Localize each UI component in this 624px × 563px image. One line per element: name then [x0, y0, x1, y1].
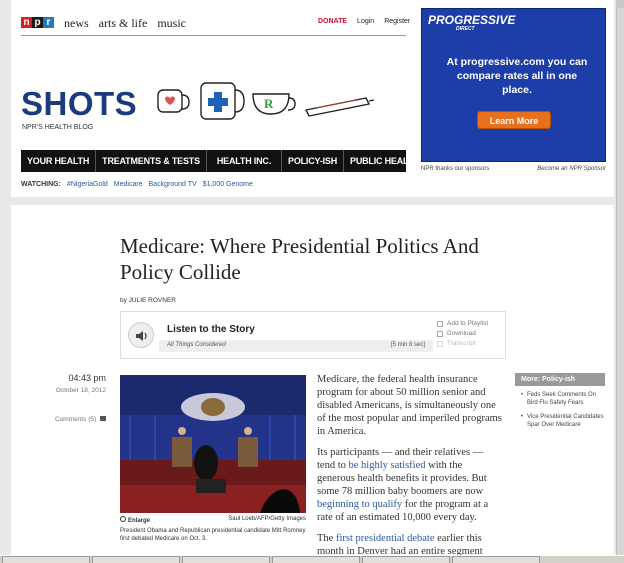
- ad-note: NPR thanks our sponsors Become an NPR Sp…: [421, 166, 606, 172]
- article-photo[interactable]: [120, 375, 306, 513]
- speaker-icon: [136, 331, 147, 341]
- nav-music[interactable]: music: [157, 16, 186, 31]
- inline-link[interactable]: beginning to qualify: [317, 499, 402, 510]
- vertical-scrollbar[interactable]: [616, 0, 624, 555]
- debate-stage-image: [120, 375, 306, 513]
- taskbar-item[interactable]: [272, 556, 360, 563]
- login-link[interactable]: Login: [357, 18, 374, 25]
- become-sponsor-link[interactable]: Become an NPR Sponsor: [537, 166, 606, 172]
- article-meta: 04:43 pm October 18, 2012 Comments (5): [41, 373, 106, 423]
- top-nav: news arts & life music: [64, 16, 186, 31]
- inline-link[interactable]: first presidential debate: [336, 533, 435, 544]
- ad-brand: PROGRESSIVE: [428, 13, 516, 27]
- watching-link[interactable]: Background TV: [149, 181, 197, 188]
- article-area: Medicare: Where Presidential Politics An…: [11, 205, 614, 557]
- watching-link[interactable]: $1,000 Genome: [203, 181, 253, 188]
- player-progress-bar[interactable]: All Things Considered [5 min 8 sec]: [159, 340, 433, 352]
- more-policy-box: More: Policy-ish Feds Seek Comments On B…: [515, 373, 605, 435]
- player-program: All Things Considered: [167, 342, 226, 348]
- section-nav: YOUR HEALTH TREATMENTS & TESTS HEALTH IN…: [21, 150, 419, 172]
- watching-label: WATCHING:: [21, 181, 61, 188]
- watching-link[interactable]: #NigeriaGold: [67, 181, 108, 188]
- taskbar-item[interactable]: [182, 556, 270, 563]
- play-button[interactable]: [128, 322, 154, 348]
- plus-icon: [437, 321, 443, 327]
- section-health-inc[interactable]: HEALTH INC.: [207, 150, 283, 172]
- add-to-playlist-action[interactable]: Add to Playlist: [437, 319, 488, 329]
- sponsor-thanks: NPR thanks our sponsors: [421, 166, 490, 172]
- taskbar-item[interactable]: [92, 556, 180, 563]
- blog-tagline: NPR'S HEALTH BLOG: [22, 124, 94, 131]
- watching-link[interactable]: Medicare: [114, 181, 143, 188]
- related-story-link[interactable]: Vice Presidential Candidates Spar Over M…: [521, 413, 605, 429]
- paragraph: Medicare, the federal health insurance p…: [317, 374, 502, 437]
- section-policy-ish[interactable]: POLICY-ISH: [282, 150, 345, 172]
- ad-learn-more-button[interactable]: Learn More: [477, 111, 551, 129]
- comments-link[interactable]: Comments (5): [41, 416, 106, 423]
- site-header: npr news arts & life music DONATE Login …: [11, 0, 614, 197]
- download-icon: [437, 331, 443, 337]
- article-headline: Medicare: Where Presidential Politics An…: [120, 234, 479, 284]
- blog-illustration: R: [157, 82, 375, 120]
- register-link[interactable]: Register: [384, 18, 410, 25]
- taskbar-item[interactable]: [2, 556, 90, 563]
- donate-link[interactable]: DONATE: [318, 18, 347, 25]
- related-story-link[interactable]: Feds Seek Comments On Bird Flu Safety Fe…: [521, 391, 605, 407]
- sponsor-ad[interactable]: PROGRESSIVE DIRECT At progressive.com yo…: [421, 8, 606, 162]
- more-box-header[interactable]: More: Policy-ish: [515, 373, 605, 386]
- browser-viewport: npr news arts & life music DONATE Login …: [0, 0, 624, 563]
- utility-links: DONATE Login Register: [318, 18, 410, 25]
- taskbar: [0, 555, 624, 563]
- inline-link[interactable]: be highly satisfied: [349, 460, 426, 471]
- photo-caption: President Obama and Republican president…: [120, 528, 306, 542]
- article-time: 04:43 pm: [68, 373, 106, 383]
- section-your-health[interactable]: YOUR HEALTH: [21, 150, 97, 172]
- player-actions: Add to Playlist Download Transcript: [437, 319, 488, 349]
- npr-logo[interactable]: npr: [21, 17, 54, 28]
- svg-text:R: R: [264, 96, 274, 111]
- blog-title[interactable]: SHOTS: [21, 85, 137, 123]
- paragraph: Its participants — and their relatives —…: [317, 447, 489, 523]
- ad-copy: At progressive.com you can compare rates…: [446, 56, 588, 96]
- nav-news[interactable]: news: [64, 16, 89, 31]
- photo-credit: Saul Loeb/AFP/Getty Images: [228, 516, 306, 522]
- article-date: October 18, 2012: [55, 387, 106, 394]
- enlarge-link[interactable]: Enlarge: [120, 516, 150, 524]
- player-length: [5 min 8 sec]: [390, 342, 425, 348]
- section-treatments-tests[interactable]: TREATMENTS & TESTS: [96, 150, 207, 172]
- taskbar-item[interactable]: [362, 556, 450, 563]
- player-title: Listen to the Story: [167, 324, 255, 335]
- photo-caption-row: Enlarge Saul Loeb/AFP/Getty Images: [120, 516, 306, 524]
- divider: [21, 35, 406, 36]
- download-action[interactable]: Download: [437, 329, 488, 339]
- taskbar-item[interactable]: [452, 556, 540, 563]
- ad-brand-sub: DIRECT: [456, 26, 475, 32]
- comment-icon: [100, 416, 106, 421]
- article-byline[interactable]: by JULIE ROVNER: [120, 297, 176, 304]
- nav-arts-life[interactable]: arts & life: [99, 16, 148, 31]
- scroll-up-arrow-icon[interactable]: [616, 0, 624, 8]
- zoom-icon: [120, 516, 126, 522]
- watching-bar: WATCHING: #NigeriaGold Medicare Backgrou…: [21, 181, 253, 188]
- transcript-icon: [437, 341, 443, 347]
- section-public-health[interactable]: PUBLIC HEALTH: [344, 150, 425, 172]
- audio-player: Listen to the Story All Things Considere…: [120, 311, 506, 359]
- transcript-action[interactable]: Transcript: [437, 339, 488, 349]
- article-body: Medicare, the federal health insurance p…: [317, 373, 502, 563]
